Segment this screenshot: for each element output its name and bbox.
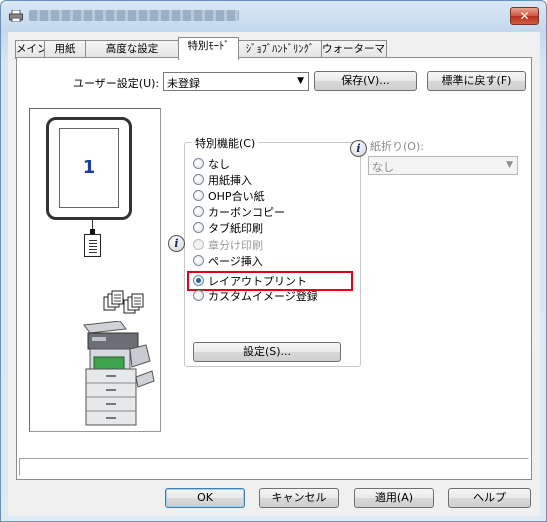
close-button[interactable]: ✕	[510, 7, 539, 25]
title-bar[interactable]: ✕	[1, 1, 546, 31]
apply-button[interactable]: 適用(A)	[354, 488, 434, 508]
info-icon: i	[350, 140, 367, 157]
dialog-body: メイン 用紙 高度な設定 特別ﾓｰﾄﾞ ｼﾞｮﾌﾞﾊﾝﾄﾞﾘﾝｸﾞ ウォーターマ…	[8, 32, 540, 516]
tab-special-mode[interactable]: 特別ﾓｰﾄﾞ	[178, 37, 239, 60]
radio-button-icon	[193, 206, 204, 217]
radio-button-icon	[193, 174, 204, 185]
cancel-button[interactable]: キャンセル	[259, 488, 339, 508]
radio-label: タブ紙印刷	[208, 222, 263, 235]
radio-label: 章分け印刷	[208, 239, 263, 252]
page-preview: 1	[46, 117, 132, 220]
chevron-down-icon: ▼	[506, 160, 513, 170]
special-function-label: 特別機能(C)	[192, 135, 259, 151]
radio-button-icon	[193, 158, 204, 169]
window-title	[29, 10, 239, 21]
printer-icon	[9, 10, 23, 22]
radio-button-icon	[193, 222, 204, 233]
radio-button-icon	[193, 290, 204, 301]
fold-select: なし ▼	[368, 156, 518, 175]
radio-label: なし	[208, 158, 230, 171]
document-icon	[84, 234, 101, 257]
help-button[interactable]: ヘルプ	[448, 488, 531, 508]
fold-value: なし	[372, 161, 394, 174]
preview-pane: 1	[29, 108, 161, 432]
save-button[interactable]: 保存(V)...	[314, 71, 417, 91]
settings-button[interactable]: 設定(S)...	[193, 342, 341, 362]
radio-label: カーボンコピー	[208, 206, 285, 219]
status-bar	[19, 458, 529, 476]
user-settings-select[interactable]: 未登録 ▼	[163, 72, 309, 91]
radio-label: ページ挿入	[208, 255, 263, 268]
radio-button-icon	[193, 190, 204, 201]
ok-button[interactable]: OK	[165, 488, 245, 508]
info-icon: i	[168, 235, 185, 252]
dialog-window: ✕ メイン 用紙 高度な設定 特別ﾓｰﾄﾞ ｼﾞｮﾌﾞﾊﾝﾄﾞﾘﾝｸﾞ ウォータ…	[0, 0, 547, 522]
fold-label: 紙折り(O):	[370, 140, 424, 153]
radio-label: 用紙挿入	[208, 174, 252, 187]
chevron-down-icon: ▼	[297, 76, 304, 86]
user-settings-value: 未登録	[167, 77, 200, 90]
user-settings-label: ユーザー設定(U):	[73, 77, 160, 90]
tab-panel: ユーザー設定(U): 未登録 ▼ 保存(V)... 標準に戻す(F) 1 特別機…	[16, 57, 532, 480]
radio-button-icon	[193, 255, 204, 266]
page-number: 1	[82, 157, 96, 178]
radio-button-icon	[193, 239, 204, 250]
page-sheet: 1	[59, 128, 119, 208]
radio-label: OHP合い紙	[208, 190, 265, 203]
radio-label: カスタムイメージ登録	[208, 290, 318, 303]
reset-default-button[interactable]: 標準に戻す(F)	[427, 71, 526, 91]
stacked-pages-icon	[103, 290, 144, 314]
printer-device-icon	[83, 321, 155, 426]
